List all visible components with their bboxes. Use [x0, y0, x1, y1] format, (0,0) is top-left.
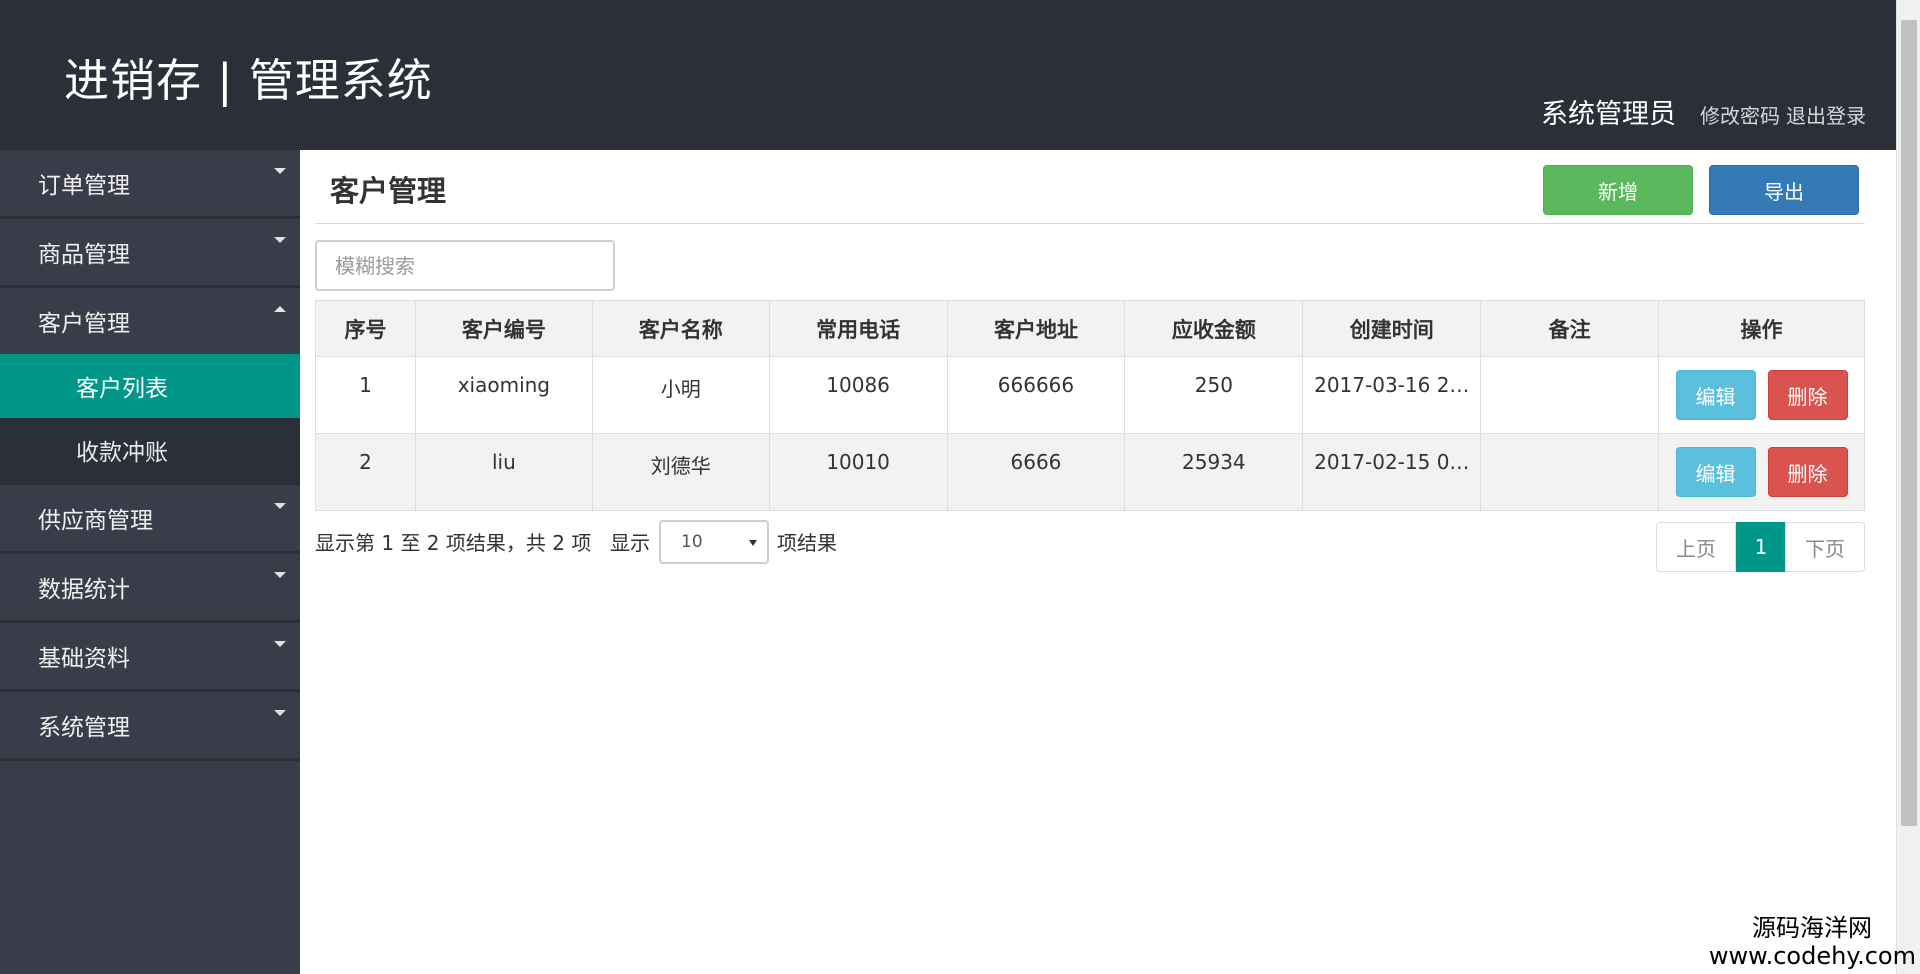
app-title: 进销存 | 管理系统: [64, 54, 433, 107]
next-page-button[interactable]: 下页: [1785, 522, 1865, 572]
menu-group-products: 商品管理: [0, 219, 300, 288]
column-header-index[interactable]: 序号: [315, 300, 416, 357]
cell-created: 2017-02-15 0…: [1302, 433, 1482, 511]
delete-button[interactable]: 删除: [1767, 447, 1848, 497]
column-header-actions: 操作: [1658, 300, 1865, 357]
column-header-name[interactable]: 客户名称: [591, 300, 770, 357]
main-content: 客户管理 新增 导出 序号 客户编号 客户名称 常用电话 客户地址 应收金额 创…: [315, 150, 1865, 572]
caret-down-icon: [274, 168, 286, 174]
created-time-text: 2017-03-16 2…: [1314, 373, 1470, 397]
column-header-code[interactable]: 客户编号: [414, 300, 593, 357]
cell-receivable: 250: [1124, 356, 1304, 434]
menu-group-basic-data: 基础资料: [0, 623, 300, 692]
cell-phone: 10010: [768, 433, 948, 511]
dropdown-arrow-icon: [749, 540, 757, 546]
menu-item-statistics[interactable]: 数据统计: [0, 554, 300, 620]
top-header: 进销存 | 管理系统 系统管理员 修改密码 退出登录: [0, 0, 1896, 150]
created-time-text: 2017-02-15 0…: [1314, 450, 1470, 474]
sidebar: 订单管理 商品管理 客户管理 客户列表 收款冲账 供应商管理 数据统计 基础资料…: [0, 150, 300, 974]
delete-button[interactable]: 删除: [1767, 370, 1848, 420]
caret-down-icon: [274, 237, 286, 243]
cell-address: 6666: [946, 433, 1126, 511]
menu-group-system: 系统管理: [0, 692, 300, 761]
page-length-select[interactable]: 10: [659, 520, 769, 564]
caret-down-icon: [274, 572, 286, 578]
page-length-value: 10: [681, 532, 703, 552]
cell-code: liu: [414, 433, 593, 511]
cell-index: 1: [315, 356, 416, 434]
menu-item-label: 商品管理: [38, 242, 130, 268]
menu-item-label: 系统管理: [38, 715, 130, 741]
user-area: 系统管理员 修改密码 退出登录: [1541, 92, 1866, 131]
vertical-scrollbar[interactable]: [1896, 0, 1920, 974]
cell-name: 刘德华: [591, 433, 770, 511]
page-length-suffix: 项结果: [777, 531, 837, 555]
caret-down-icon: [274, 641, 286, 647]
submenu-item-customer-list[interactable]: 客户列表: [0, 354, 300, 418]
table-footer: 显示第 1 至 2 项结果，共 2 项 显示 10 项结果 上页 1 下页: [315, 520, 1865, 580]
cell-index: 2: [315, 433, 416, 511]
page-title: 客户管理: [330, 174, 447, 208]
result-info: 显示第 1 至 2 项结果，共 2 项: [315, 531, 592, 555]
add-button[interactable]: 新增: [1543, 165, 1693, 215]
column-header-phone[interactable]: 常用电话: [768, 300, 948, 357]
export-button[interactable]: 导出: [1709, 165, 1859, 215]
submenu-item-payment-reconcile[interactable]: 收款冲账: [0, 418, 300, 482]
menu-group-customers: 客户管理 客户列表 收款冲账: [0, 288, 300, 485]
logout-link[interactable]: 退出登录: [1786, 100, 1866, 129]
menu-item-label: 数据统计: [38, 577, 130, 603]
watermark-url: www.codehy.com: [1708, 942, 1916, 970]
pagination: 上页 1 下页: [1656, 522, 1865, 572]
column-header-address[interactable]: 客户地址: [946, 300, 1126, 357]
caret-up-icon: [274, 306, 286, 312]
cell-address: 666666: [946, 356, 1126, 434]
column-header-receivable[interactable]: 应收金额: [1124, 300, 1304, 357]
column-header-created[interactable]: 创建时间: [1302, 300, 1482, 357]
table-header-row: 序号 客户编号 客户名称 常用电话 客户地址 应收金额 创建时间 备注 操作: [315, 300, 1865, 357]
page-header: 客户管理 新增 导出: [315, 150, 1865, 224]
scrollbar-thumb[interactable]: [1901, 20, 1917, 826]
menu-item-orders[interactable]: 订单管理: [0, 150, 300, 216]
menu-item-customers[interactable]: 客户管理: [0, 288, 300, 354]
page-length-label: 显示: [610, 531, 650, 555]
menu-group-suppliers: 供应商管理: [0, 485, 300, 554]
caret-down-icon: [274, 710, 286, 716]
menu-group-orders: 订单管理: [0, 150, 300, 219]
menu-item-label: 供应商管理: [38, 508, 153, 534]
edit-button[interactable]: 编辑: [1675, 447, 1756, 497]
menu-item-products[interactable]: 商品管理: [0, 219, 300, 285]
menu-group-statistics: 数据统计: [0, 554, 300, 623]
cell-phone: 10086: [768, 356, 948, 434]
cell-created: 2017-03-16 2…: [1302, 356, 1482, 434]
current-page-button[interactable]: 1: [1736, 522, 1786, 572]
cell-receivable: 25934: [1124, 433, 1304, 511]
cell-name: 小明: [591, 356, 770, 434]
menu-item-system[interactable]: 系统管理: [0, 692, 300, 758]
customer-table: 序号 客户编号 客户名称 常用电话 客户地址 应收金额 创建时间 备注 操作 1…: [315, 300, 1865, 511]
menu-item-suppliers[interactable]: 供应商管理: [0, 485, 300, 551]
menu-item-label: 客户管理: [38, 311, 130, 337]
watermark: 源码海洋网 www.codehy.com: [1709, 914, 1916, 970]
cell-remark: [1480, 356, 1660, 434]
cell-actions: 编辑 删除: [1658, 356, 1865, 434]
submenu-customers: 客户列表 收款冲账: [0, 354, 300, 482]
cell-code: xiaoming: [414, 356, 593, 434]
user-name: 系统管理员: [1541, 99, 1676, 130]
menu-item-label: 基础资料: [38, 646, 130, 672]
menu-item-label: 订单管理: [38, 173, 130, 199]
column-header-remark[interactable]: 备注: [1480, 300, 1660, 357]
cell-remark: [1480, 433, 1660, 511]
table-row: 2 liu 刘德华 10010 6666 25934 2017-02-15 0……: [315, 433, 1865, 511]
caret-down-icon: [274, 503, 286, 509]
change-password-link[interactable]: 修改密码: [1700, 100, 1780, 129]
table-row: 1 xiaoming 小明 10086 666666 250 2017-03-1…: [315, 356, 1865, 434]
search-input[interactable]: [315, 240, 615, 291]
cell-actions: 编辑 删除: [1658, 433, 1865, 511]
menu-item-basic-data[interactable]: 基础资料: [0, 623, 300, 689]
edit-button[interactable]: 编辑: [1675, 370, 1756, 420]
prev-page-button[interactable]: 上页: [1656, 522, 1736, 572]
watermark-name: 源码海洋网: [1752, 914, 1872, 942]
